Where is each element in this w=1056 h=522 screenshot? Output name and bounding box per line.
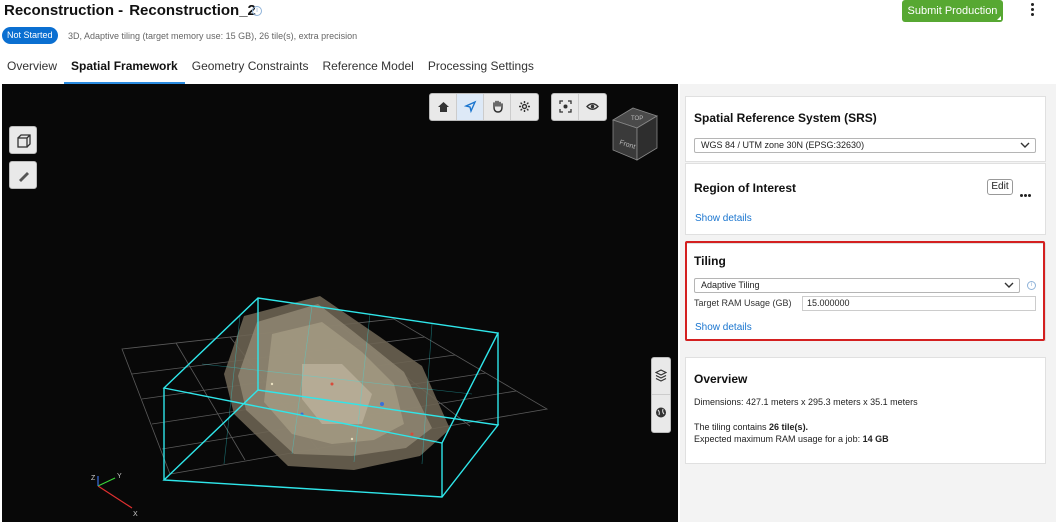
- status-badge: Not Started: [2, 27, 58, 44]
- page-title: Reconstruction - Reconstruction_2: [4, 2, 256, 19]
- tab-bar: Overview Spatial Framework Geometry Cons…: [0, 56, 541, 84]
- navigation-toolbar: [429, 93, 539, 121]
- app-root: Reconstruction - Reconstruction_2 i Submi…: [0, 0, 1056, 522]
- scene-canvas: Z Y X: [91, 296, 549, 518]
- 3d-viewport[interactable]: Z Y X TOP Front: [2, 84, 678, 522]
- overview-title: Overview: [694, 372, 748, 386]
- axis-gizmo: [97, 476, 133, 509]
- ram-usage-input[interactable]: 15.000000: [802, 296, 1036, 311]
- layers-button[interactable]: [652, 358, 670, 395]
- tab-overview[interactable]: Overview: [0, 56, 64, 84]
- roi-title: Region of Interest: [694, 181, 797, 195]
- focus-button[interactable]: [552, 94, 579, 120]
- tile-count-value: 26 tile(s).: [769, 422, 809, 432]
- region-of-interest-card: [685, 163, 1046, 235]
- roi-edit-button[interactable]: Edit: [987, 179, 1013, 195]
- eye-icon: [586, 103, 599, 110]
- measure-tool-button[interactable]: [9, 161, 37, 189]
- tab-processing-settings[interactable]: Processing Settings: [421, 56, 541, 84]
- tile-count-prefix: The tiling contains: [694, 422, 770, 432]
- globe-button[interactable]: [652, 395, 670, 432]
- srs-value: WGS 84 / UTM zone 30N (EPSG:32630): [701, 140, 865, 150]
- box-icon: [17, 134, 31, 148]
- submit-production-button[interactable]: Submit Production: [902, 0, 1003, 22]
- box-tool-button[interactable]: [9, 126, 37, 154]
- tiling-title: Tiling: [694, 254, 726, 268]
- tab-reference-model[interactable]: Reference Model: [315, 56, 420, 84]
- pan-button[interactable]: [484, 94, 511, 120]
- tab-geometry-constraints[interactable]: Geometry Constraints: [185, 56, 316, 84]
- roi-more-icon[interactable]: [1020, 184, 1034, 197]
- z-axis-label: Z: [91, 475, 96, 482]
- chevron-down-icon: [1004, 282, 1014, 288]
- ram-estimate-text: Expected maximum RAM usage for a job: 14…: [694, 434, 889, 444]
- visibility-button[interactable]: [579, 94, 606, 120]
- tiling-show-details-link[interactable]: Show details: [695, 322, 752, 333]
- tiling-mode-value: Adaptive Tiling: [701, 280, 760, 290]
- pan-icon: [493, 100, 503, 113]
- srs-title: Spatial Reference System (SRS): [694, 111, 877, 125]
- title-prefix: Reconstruction -: [4, 2, 124, 19]
- view-toolbar: [551, 93, 607, 121]
- tab-spatial-framework[interactable]: Spatial Framework: [64, 56, 185, 84]
- home-button[interactable]: [430, 94, 457, 120]
- tiling-mode-select[interactable]: Adaptive Tiling: [694, 278, 1020, 293]
- settings-icon: [519, 101, 530, 112]
- srs-select[interactable]: WGS 84 / UTM zone 30N (EPSG:32630): [694, 138, 1036, 153]
- ram-usage-label: Target RAM Usage (GB): [694, 298, 792, 308]
- home-icon: [438, 102, 449, 112]
- ram-estimate-prefix: Expected maximum RAM usage for a job:: [694, 434, 863, 444]
- globe-icon: [656, 407, 666, 418]
- view-cube[interactable]: TOP Front: [609, 106, 661, 162]
- orbit-icon: [464, 100, 477, 113]
- focus-icon: [559, 100, 572, 113]
- job-summary: 3D, Adaptive tiling (target memory use: …: [68, 31, 358, 41]
- view-cube-top-label: TOP: [631, 116, 643, 122]
- ruler-icon: [19, 172, 29, 182]
- tile-count-text: The tiling contains 26 tile(s).: [694, 422, 808, 432]
- chevron-down-icon: [1020, 142, 1030, 148]
- orbit-button[interactable]: [457, 94, 484, 120]
- layers-icon: [655, 369, 667, 382]
- info-icon[interactable]: i: [252, 6, 262, 16]
- tiling-info-icon[interactable]: i: [1027, 281, 1036, 290]
- title-name: Reconstruction_2: [129, 2, 256, 19]
- side-tool-group: [651, 357, 671, 433]
- y-axis-label: Y: [117, 473, 122, 480]
- dimensions-text: Dimensions: 427.1 meters x 295.3 meters …: [694, 397, 918, 407]
- roi-show-details-link[interactable]: Show details: [695, 213, 752, 224]
- settings-button[interactable]: [511, 94, 538, 120]
- x-axis-label: X: [133, 511, 138, 518]
- ram-estimate-value: 14 GB: [862, 434, 889, 444]
- more-menu-icon[interactable]: [1030, 3, 1036, 17]
